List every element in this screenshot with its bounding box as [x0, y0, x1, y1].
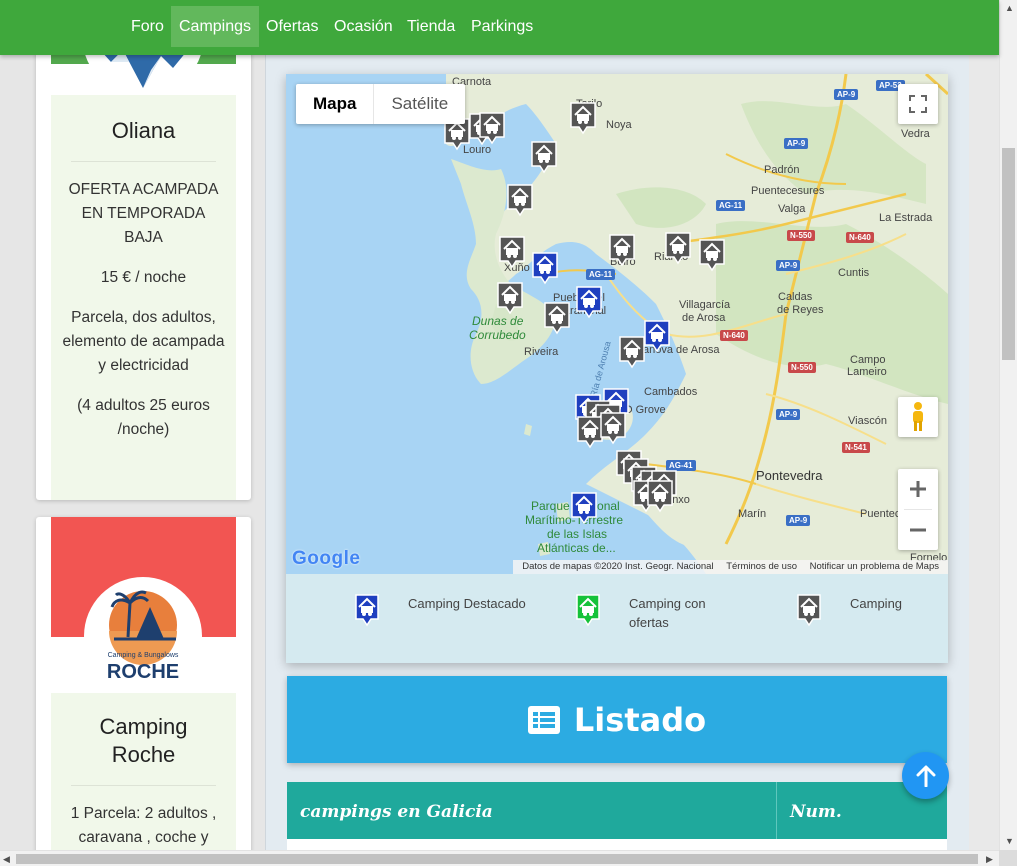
map-canvas[interactable]: Carnota Louro Tarilo Noya Padrón Puentec… [286, 74, 948, 574]
map-type-satellite-button[interactable]: Satélite [374, 84, 465, 124]
scroll-right-arrow-icon[interactable]: ▶ [986, 854, 993, 864]
legend-offers-label: Camping con ofertas [629, 596, 706, 630]
horizontal-scrollbar[interactable]: ◀ ▶ [0, 850, 999, 866]
camping-marker[interactable] [531, 141, 557, 174]
horizontal-scroll-thumb[interactable] [16, 854, 978, 864]
attribution-report-link[interactable]: Notificar un problema de Maps [810, 561, 939, 572]
nav-item-parkings[interactable]: Parkings [463, 6, 541, 47]
map-type-control: Mapa Satélite [296, 84, 466, 124]
camping-marker[interactable] [619, 336, 645, 369]
card-divider [71, 785, 216, 786]
card-price: 15 € / noche [100, 269, 187, 286]
fullscreen-button[interactable] [898, 84, 938, 124]
camping-marker[interactable] [699, 239, 725, 272]
vertical-scrollbar[interactable]: ▲ ▼ [999, 0, 1017, 850]
card-divider [71, 161, 216, 162]
camping-featured-marker[interactable] [571, 492, 597, 525]
scroll-up-arrow-icon[interactable]: ▲ [1005, 3, 1014, 13]
map-markers [444, 102, 725, 525]
camping-marker[interactable] [499, 236, 525, 269]
zoom-control [898, 469, 938, 550]
card-offer: OFERTA ACAMPADA EN TEMPORADA BAJA [68, 181, 219, 246]
scroll-down-arrow-icon[interactable]: ▼ [1005, 836, 1014, 846]
table-row [287, 839, 947, 850]
card-body: Camping Roche 1 Parcela: 2 adultos , car… [51, 693, 236, 857]
scroll-left-arrow-icon[interactable]: ◀ [3, 854, 10, 864]
map-legend: Camping Destacado Camping con ofertas Ca… [286, 574, 948, 663]
listado-title: Listado [573, 700, 707, 739]
zoom-in-button[interactable] [898, 469, 938, 509]
column-header-campings[interactable]: campings en Galicia [300, 782, 493, 842]
camping-marker[interactable] [665, 232, 691, 265]
camping-card-roche[interactable]: Camping & Bungalows ROCHE Camping Roche … [36, 517, 251, 857]
camping-marker-icon [797, 594, 821, 627]
camping-offers-marker-icon [576, 594, 600, 627]
camping-marker[interactable] [544, 302, 570, 335]
scroll-to-top-button[interactable] [902, 752, 949, 799]
top-navbar: Foro Campings Ofertas Ocasión Tienda Par… [0, 0, 999, 55]
attribution-data: Datos de mapas ©2020 Inst. Geogr. Nacion… [522, 561, 714, 572]
card-title: Oliana [111, 118, 176, 143]
minus-icon [910, 528, 926, 532]
pegman-icon [913, 402, 923, 431]
nav-item-ofertas[interactable]: Ofertas [258, 6, 326, 47]
column-header-num[interactable]: Num. [790, 782, 842, 842]
camping-featured-marker-icon [355, 594, 379, 627]
camping-marker[interactable] [577, 416, 603, 449]
listado-banner: Listado [287, 676, 947, 763]
card-description: Parcela, dos adultos, elemento de acampa… [62, 309, 225, 374]
camping-featured-marker[interactable] [644, 320, 670, 353]
camping-card-oliana[interactable]: Oliana OFERTA ACAMPADA EN TEMPORADA BAJA… [36, 40, 251, 500]
nav-item-campings[interactable]: Campings [171, 6, 260, 47]
campings-table-header: campings en Galicia Num. [287, 782, 947, 839]
map-attribution: Datos de mapas ©2020 Inst. Geogr. Nacion… [513, 560, 948, 574]
logo-caption: Camping & Bungalows [108, 652, 179, 659]
camping-marker[interactable] [600, 412, 626, 445]
list-icon [527, 705, 560, 734]
vertical-scroll-thumb[interactable] [1002, 148, 1015, 360]
camping-featured-marker[interactable] [532, 252, 558, 285]
camping-marker[interactable] [497, 282, 523, 315]
camping-featured-marker[interactable] [576, 286, 602, 319]
arrow-up-icon [916, 765, 935, 787]
fullscreen-icon [909, 95, 927, 113]
nav-item-foro[interactable]: Foro [123, 6, 172, 47]
card-title: Camping Roche [99, 714, 188, 767]
roche-logo: Camping & Bungalows ROCHE [84, 577, 202, 695]
legend-featured-label: Camping Destacado [408, 596, 526, 611]
street-view-button[interactable] [898, 397, 938, 437]
camping-marker[interactable] [507, 184, 533, 217]
camping-marker[interactable] [647, 480, 673, 513]
zoom-out-button[interactable] [898, 510, 938, 550]
nav-item-ocasion[interactable]: Ocasión [326, 6, 401, 47]
camping-marker[interactable] [570, 102, 596, 135]
google-logo: Google [292, 548, 361, 569]
map-panel: Carnota Louro Tarilo Noya Padrón Puentec… [286, 74, 948, 663]
attribution-terms-link[interactable]: Términos de uso [726, 561, 797, 572]
nav-item-tienda[interactable]: Tienda [399, 6, 463, 47]
card-description: 1 Parcela: 2 adultos , caravana , coche … [70, 805, 217, 846]
camping-marker[interactable] [609, 234, 635, 267]
logo-name: ROCHE [107, 661, 179, 683]
card-body: Oliana OFERTA ACAMPADA EN TEMPORADA BAJA… [51, 95, 236, 500]
map-type-map-button[interactable]: Mapa [296, 84, 375, 124]
card-note: (4 adultos 25 euros /noche) [77, 397, 210, 438]
legend-camping-label: Camping [850, 596, 903, 611]
plus-icon [910, 481, 926, 497]
